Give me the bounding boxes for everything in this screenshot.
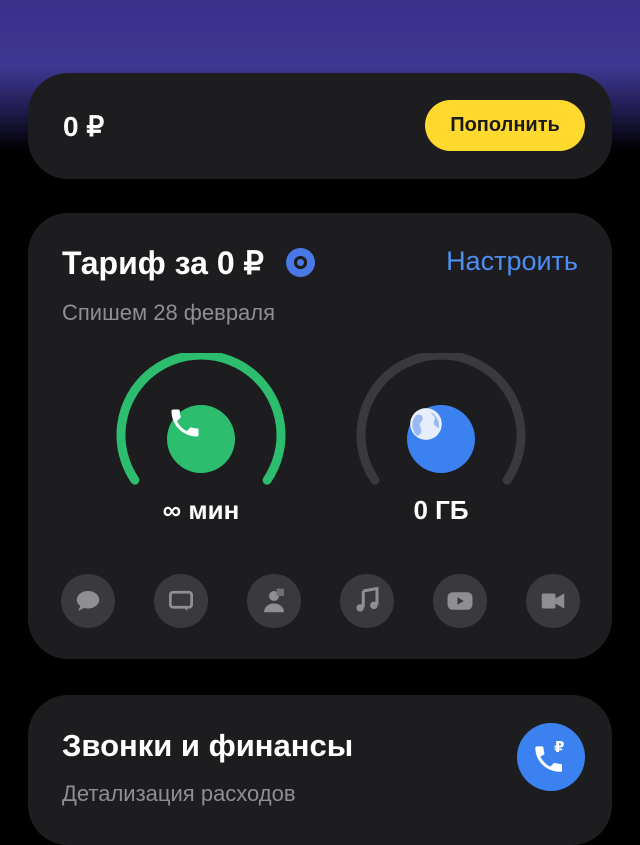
music-icon[interactable]: [340, 574, 394, 628]
calls-finance-card[interactable]: Звонки и финансы Детализация расходов ₽: [28, 695, 612, 845]
minutes-label: ∞ мин: [162, 495, 240, 525]
tariff-badge-icon: [286, 248, 315, 277]
debit-date: Спишем 28 февраля: [62, 300, 276, 325]
tariff-card[interactable]: Тариф за 0 ₽ Настроить Спишем 28 февраля…: [28, 213, 612, 659]
internet-label: 0 ГБ: [413, 495, 469, 525]
svg-text:₽: ₽: [554, 738, 564, 756]
configure-link[interactable]: Настроить: [446, 246, 578, 277]
calls-finance-title: Звонки и финансы: [62, 728, 354, 763]
topup-button[interactable]: Пополнить: [425, 100, 585, 151]
balance-card[interactable]: 0 ₽ Пополнить: [28, 73, 612, 179]
balance-value: 0 ₽: [63, 111, 105, 142]
youtube-icon[interactable]: [433, 574, 487, 628]
globe-icon: [407, 405, 475, 473]
video-camera-icon[interactable]: [526, 574, 580, 628]
tariff-title: Тариф за 0 ₽: [62, 245, 264, 281]
calls-finance-subtitle: Детализация расходов: [62, 781, 296, 806]
services-row: [61, 574, 582, 628]
internet-gauge[interactable]: [353, 353, 529, 503]
chat-bubble-icon[interactable]: [61, 574, 115, 628]
message-icon[interactable]: [154, 574, 208, 628]
phone-icon: [167, 405, 235, 473]
social-network-icon[interactable]: [247, 574, 301, 628]
minutes-gauge[interactable]: [113, 353, 289, 503]
phone-ruble-icon[interactable]: ₽: [517, 723, 585, 791]
